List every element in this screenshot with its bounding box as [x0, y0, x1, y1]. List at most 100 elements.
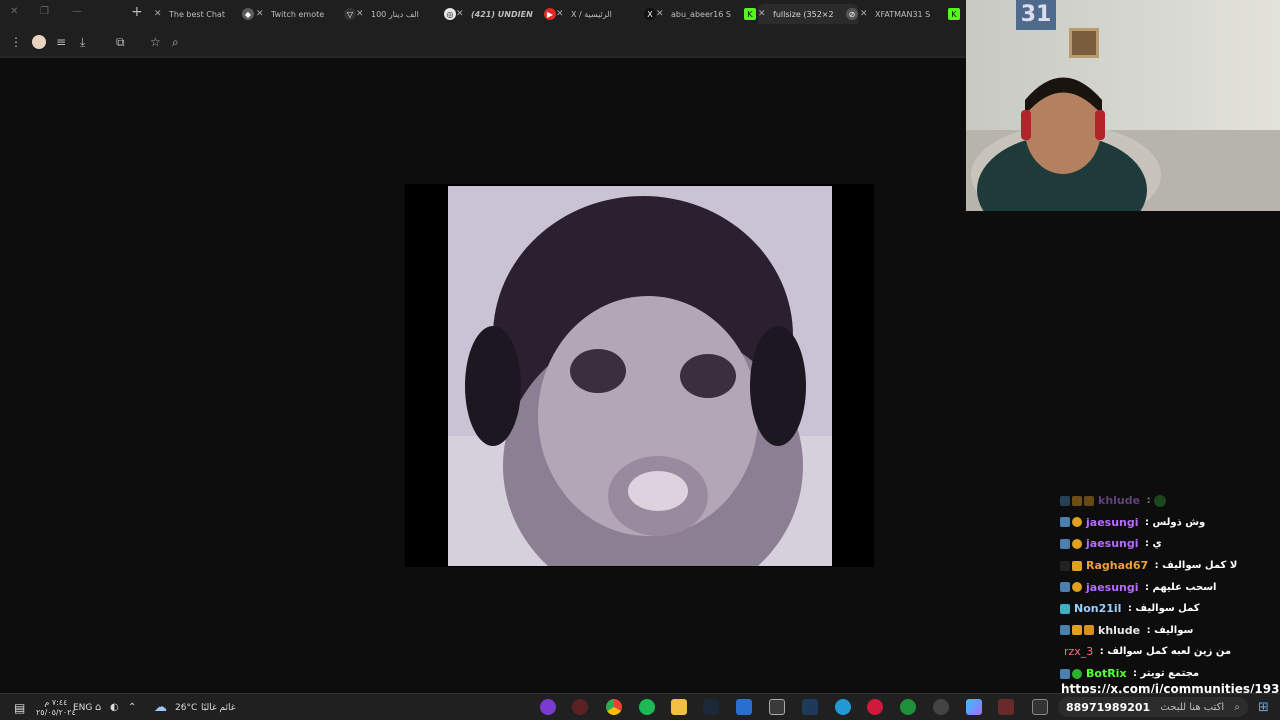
tab-close-icon[interactable]: ✕ — [256, 9, 268, 19]
tab-close-icon[interactable]: ✕ — [456, 9, 468, 19]
store-icon[interactable] — [769, 699, 785, 715]
badge-icon — [1072, 582, 1082, 593]
search-overlay-number: 88971989201 — [1066, 700, 1151, 714]
extensions-icon[interactable]: ⧉ — [116, 34, 125, 50]
badge-icon — [1060, 517, 1070, 528]
clock-date: ٢٥/٠٥/٢٠٢٤ — [36, 707, 76, 717]
tab-title: X / الرئيسية — [571, 9, 612, 19]
steam-icon[interactable] — [703, 699, 719, 715]
network-icon[interactable]: ⌂ — [95, 694, 101, 720]
badge-icon — [1084, 625, 1094, 636]
chat-text: من زين لعبه كمل سوالف — [1107, 646, 1232, 658]
tab-favicon-icon: ▽ — [344, 8, 356, 20]
tab-close-icon[interactable]: ✕ — [356, 9, 368, 19]
stream-chat: khlude : jaesungi : وش ذولس jaesungi : ي… — [1058, 490, 1280, 686]
chat-username[interactable]: jaesungi — [1086, 581, 1139, 594]
chat-text: سواليف — [1154, 624, 1194, 636]
browser-toolbar: ⋮ ≡ ⤓ ⧉ ☆ ⌕ — [0, 28, 966, 56]
zoom-icon[interactable]: ⌕ — [172, 34, 179, 50]
download-icon[interactable]: ⤓ — [80, 34, 85, 50]
tab-8[interactable]: ✕ XFATMAN31 S K — [860, 4, 960, 24]
verified-icon — [1072, 668, 1082, 679]
terminal-icon[interactable] — [802, 699, 818, 715]
search-icon: ⌕ — [1234, 701, 1240, 713]
start-icon[interactable]: ⊞ — [1258, 694, 1269, 720]
app-icon[interactable] — [998, 699, 1014, 715]
windows-taskbar: ▤ ٧:٤٤ م ٢٥/٠٥/٢٠٢٤ ENG ⌂ ◐ ⌃ ☁ 26°C غائ… — [0, 693, 1280, 720]
chat-username[interactable]: rzx_3 — [1064, 645, 1093, 658]
tab-1[interactable]: ✕ The best Chat ◆ — [154, 4, 254, 24]
chat-username[interactable]: Raghad67 — [1086, 559, 1148, 572]
tab-favicon-icon: ⊘ — [846, 8, 858, 20]
mail-icon[interactable] — [736, 699, 752, 715]
badge-icon — [1060, 538, 1070, 549]
chat-username[interactable]: jaesungi — [1086, 537, 1139, 550]
app-icon[interactable] — [867, 699, 883, 715]
bookmark-star-icon[interactable]: ☆ — [150, 34, 161, 50]
tab-close-icon[interactable]: ✕ — [656, 9, 668, 19]
spotify-icon[interactable] — [639, 699, 655, 715]
new-tab-button[interactable]: + — [131, 4, 143, 20]
weather-icon[interactable]: ☁ — [154, 694, 167, 720]
tab-close-icon[interactable]: ✕ — [758, 9, 770, 19]
chat-message: khlude : سواليف — [1058, 620, 1280, 642]
chat-text: ي — [1152, 538, 1162, 550]
menu-icon[interactable]: ⋮ — [10, 34, 22, 50]
badge-icon — [1072, 538, 1082, 549]
chat-text: لا كمل سواليف — [1162, 560, 1238, 572]
weather-temp: 26°C — [175, 702, 198, 713]
tab-favicon-icon: X — [644, 8, 656, 20]
app-icon[interactable] — [572, 699, 588, 715]
chat-username[interactable]: khlude — [1098, 624, 1140, 637]
tab-2[interactable]: ✕ Twitch emote ▽ — [256, 4, 356, 24]
minimize-window-icon[interactable]: — — [72, 6, 82, 17]
chevron-up-icon[interactable]: ⌃ — [128, 694, 136, 720]
chat-username[interactable]: Non21il — [1074, 602, 1121, 615]
obs-icon[interactable] — [933, 699, 949, 715]
language-indicator[interactable]: ENG — [73, 694, 92, 720]
chat-username[interactable]: jaesungi — [1086, 516, 1139, 529]
copilot-icon[interactable] — [966, 699, 982, 715]
task-view-icon[interactable] — [1032, 699, 1048, 715]
tab-5[interactable]: ✕ X / الرئيسية X — [556, 4, 656, 24]
tab-6[interactable]: ✕ abu_abeer16 S K — [656, 4, 756, 24]
chat-username[interactable]: khlude — [1098, 494, 1140, 507]
clock[interactable]: ٧:٤٤ م ٢٥/٠٥/٢٠٢٤ — [36, 694, 76, 720]
chrome-icon[interactable] — [606, 699, 622, 715]
chat-message: jaesungi : اسحب عليهم — [1058, 576, 1280, 598]
tab-close-icon[interactable]: ✕ — [556, 9, 568, 19]
volume-icon[interactable]: ◐ — [110, 694, 119, 720]
tab-favicon-icon: ◎ — [444, 8, 456, 20]
badge-icon — [1084, 495, 1094, 506]
chat-message: khlude : — [1058, 490, 1280, 512]
tab-3[interactable]: ✕ 100 الف دينار ◎ — [356, 4, 456, 24]
chat-text: كمل سواليف — [1135, 603, 1200, 615]
restore-window-icon[interactable]: ❐ — [40, 6, 49, 17]
tab-7-active[interactable]: ✕ fullsize (352×2 ⊘ — [758, 4, 858, 24]
tab-close-icon[interactable]: ✕ — [860, 9, 872, 19]
file-explorer-icon[interactable] — [671, 699, 687, 715]
badge-icon — [1072, 560, 1082, 571]
browser-tab-strip: ✕ ❐ — + ✕ The best Chat ◆ ✕ Twitch emote… — [0, 0, 966, 28]
chat-separator: : — [1129, 668, 1141, 680]
tab-title: XFATMAN31 S — [875, 9, 931, 19]
chat-message: jaesungi : ي — [1058, 533, 1280, 555]
tab-favicon-icon: K — [744, 8, 756, 20]
app-icon[interactable] — [540, 699, 556, 715]
tab-title: The best Chat — [169, 9, 225, 19]
chat-text: وش ذولس — [1152, 516, 1206, 528]
taskbar-search[interactable]: 88971989201 اكتب هنا للبحث ⌕ — [1058, 697, 1248, 717]
tab-title: fullsize (352×2 — [773, 9, 834, 19]
chat-username[interactable]: BotRix — [1086, 667, 1127, 680]
notification-icon[interactable]: ▤ — [14, 694, 25, 720]
chat-message: jaesungi : وش ذولس — [1058, 512, 1280, 534]
tab-close-icon[interactable]: ✕ — [154, 9, 166, 19]
profile-avatar[interactable] — [32, 35, 46, 49]
chat-separator: : — [1143, 495, 1155, 507]
reading-list-icon[interactable]: ≡ — [56, 34, 66, 50]
chat-separator: : — [1151, 560, 1163, 572]
xbox-icon[interactable] — [900, 699, 916, 715]
edge-icon[interactable] — [835, 699, 851, 715]
tab-4[interactable]: ✕ (421) UNDIEN ▶ — [456, 4, 556, 24]
close-window-icon[interactable]: ✕ — [10, 6, 18, 17]
